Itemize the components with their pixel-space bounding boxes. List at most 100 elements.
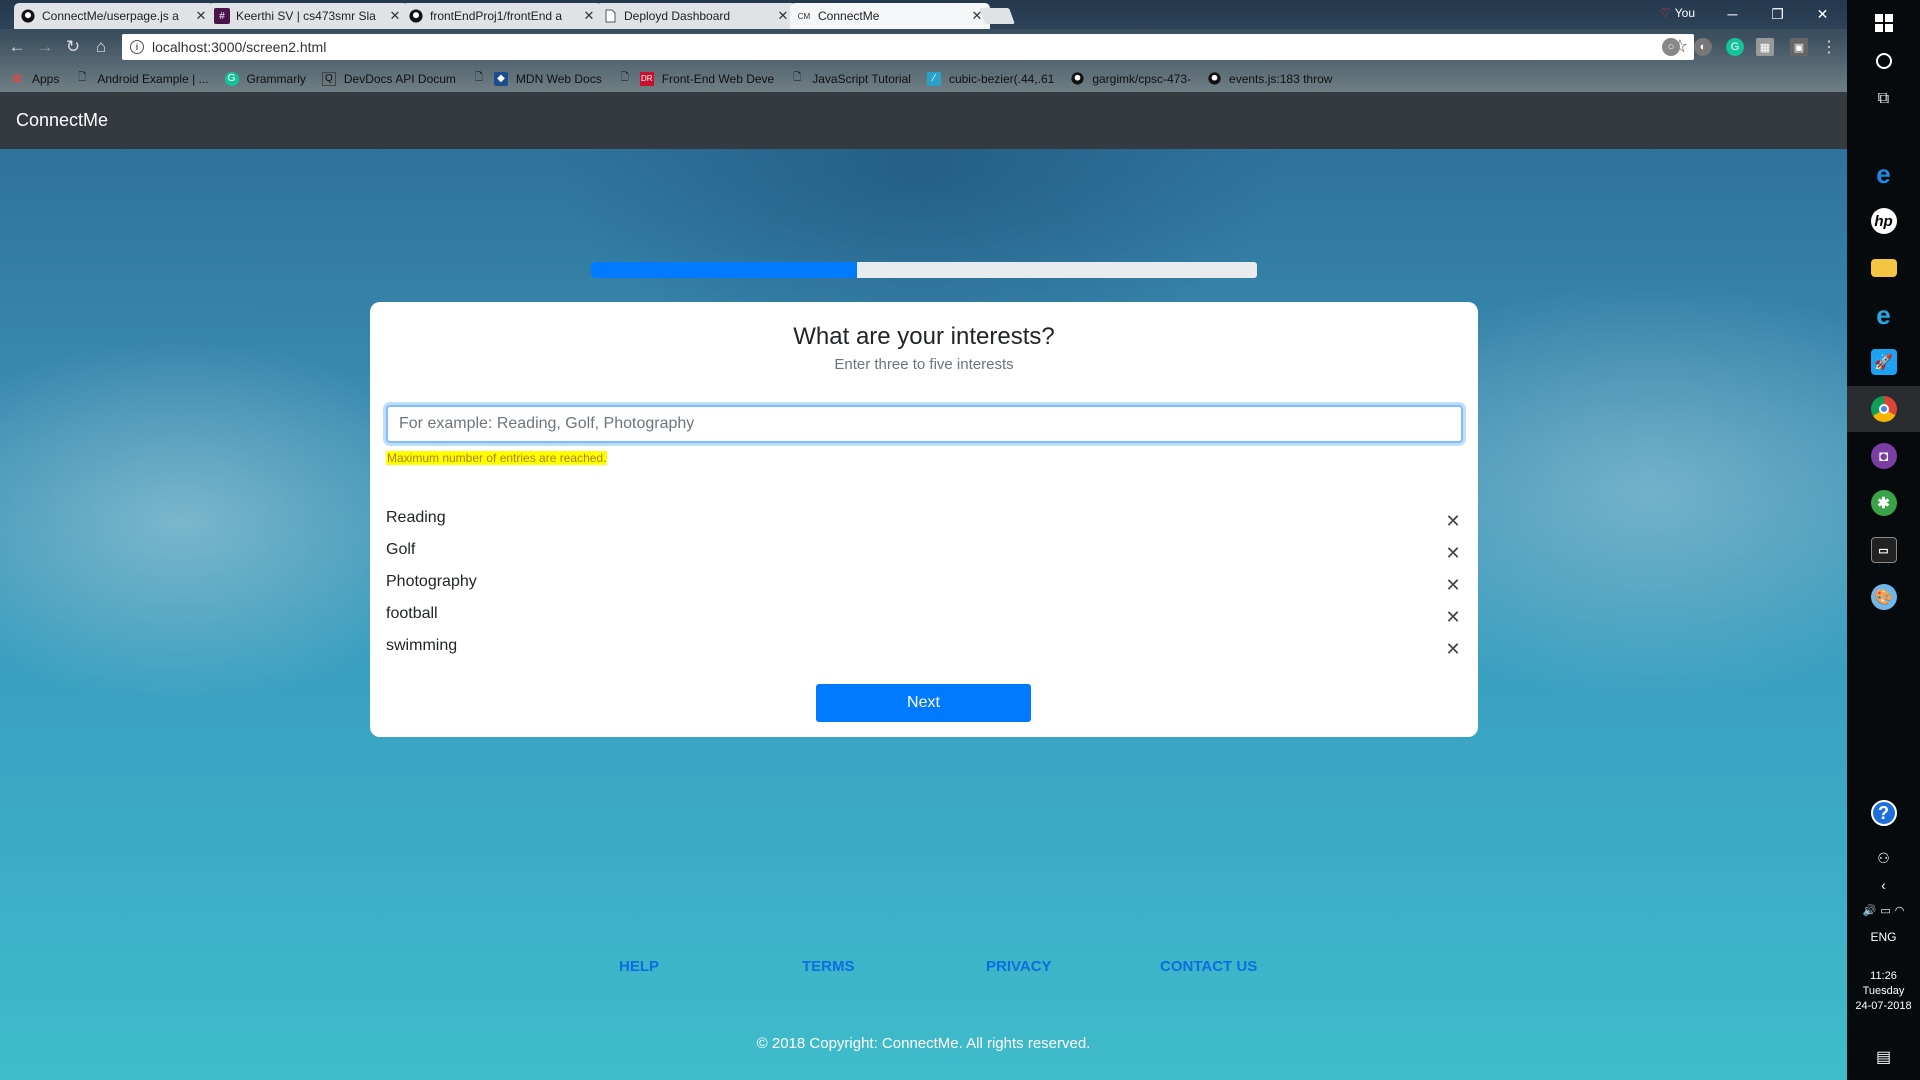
notification-icon: ▤ bbox=[1875, 1049, 1892, 1066]
interests-card: What are your interests? Enter three to … bbox=[370, 302, 1478, 737]
navbar: ConnectMe bbox=[0, 92, 1847, 149]
minimize-icon[interactable]: ─ bbox=[1710, 0, 1755, 28]
forward-icon[interactable]: → bbox=[34, 36, 56, 58]
remove-icon[interactable]: ✕ bbox=[1443, 511, 1463, 531]
bookmark-item[interactable]: events.js:183 throw bbox=[1207, 72, 1332, 86]
clock-time: 11:26 bbox=[1870, 970, 1897, 982]
interest-item: Reading ✕ bbox=[386, 502, 1463, 534]
terms-link[interactable]: TERMS bbox=[802, 958, 855, 975]
internet-explorer-icon: e bbox=[1876, 299, 1891, 330]
browser-tab[interactable]: frontEndProj1/frontEnd a ✕ bbox=[402, 3, 602, 29]
browser-tab[interactable]: ConnectMe/userpage.js a ✕ bbox=[14, 3, 214, 29]
extension-icon[interactable]: ○ bbox=[1662, 38, 1680, 56]
taskbar-app[interactable]: e bbox=[1847, 151, 1920, 197]
bookmark-item[interactable]: ∕ cubic-bezier(.44,.61 bbox=[926, 71, 1055, 86]
windows-taskbar: ⧉ e hp e 🚀 ◘ ✱ ▭ 🎨 ? ⚇ ‹ 🔊 ▭ ◠ ENG 11:26… bbox=[1847, 0, 1920, 1080]
taskbar-app[interactable]: ◘ bbox=[1847, 433, 1920, 479]
remove-icon[interactable]: ✕ bbox=[1443, 543, 1463, 563]
bezier-icon: ∕ bbox=[926, 71, 941, 86]
bookmark-item[interactable]: G Grammarly bbox=[224, 71, 306, 86]
system-tray-icons[interactable]: 🔊 ▭ ◠ bbox=[1847, 895, 1920, 925]
privacy-link[interactable]: PRIVACY bbox=[986, 958, 1052, 975]
taskbar-app[interactable]: e bbox=[1847, 292, 1920, 338]
taskbar-app[interactable]: hp bbox=[1847, 198, 1920, 244]
info-icon[interactable]: i bbox=[130, 40, 144, 54]
remove-icon[interactable]: ✕ bbox=[1443, 607, 1463, 627]
page-icon: 🗋 bbox=[793, 72, 802, 83]
task-view-icon: ⧉ bbox=[1877, 90, 1890, 107]
profile-icon: ♡ bbox=[1660, 6, 1671, 20]
bookmark-item[interactable]: 🗋 Android Example | ... bbox=[75, 72, 208, 86]
close-window-icon[interactable]: ✕ bbox=[1800, 0, 1845, 28]
back-icon[interactable]: ← bbox=[6, 36, 28, 58]
extension-icon[interactable]: ▦ bbox=[1756, 38, 1774, 56]
bookmark-item[interactable]: 🗋 DR Front-End Web Deve bbox=[618, 71, 774, 86]
bookmark-label: JavaScript Tutorial bbox=[812, 71, 911, 86]
address-bar[interactable]: i localhost:3000/screen2.html ☆ bbox=[122, 34, 1694, 60]
next-button[interactable]: Next bbox=[816, 684, 1031, 722]
notifications-button[interactable]: ▤ bbox=[1847, 1034, 1920, 1080]
browser-tab[interactable]: # Keerthi SV | cs473smr Sla ✕ bbox=[208, 3, 408, 29]
taskbar-app[interactable]: 🎨 bbox=[1847, 574, 1920, 620]
taskbar-app[interactable]: 🚀 bbox=[1847, 339, 1920, 385]
home-icon[interactable]: ⌂ bbox=[90, 36, 112, 58]
remove-icon[interactable]: ✕ bbox=[1443, 575, 1463, 595]
bookmark-item[interactable]: 🗋 ◆ MDN Web Docs bbox=[472, 71, 602, 86]
browser-tab[interactable]: Deployd Dashboard ✕ bbox=[596, 3, 796, 29]
menu-icon[interactable]: ⋮ bbox=[1820, 38, 1838, 56]
help-button[interactable]: ? bbox=[1847, 790, 1920, 836]
reload-icon[interactable]: ↻ bbox=[62, 36, 84, 58]
taskbar-app[interactable]: ✱ bbox=[1847, 480, 1920, 526]
close-icon[interactable]: ✕ bbox=[194, 8, 208, 24]
grammarly-extension-icon[interactable]: G bbox=[1726, 38, 1744, 56]
terminal-icon: ▭ bbox=[1870, 537, 1897, 563]
interest-label: swimming bbox=[386, 637, 458, 654]
taskbar-app[interactable]: ▭ bbox=[1847, 527, 1920, 573]
bookmark-item[interactable]: Q DevDocs API Docum bbox=[321, 71, 456, 86]
bookmarks-bar: ▦ Apps 🗋 Android Example | ... G Grammarly … bbox=[0, 65, 1847, 92]
browser-tab-active[interactable]: CM ConnectMe ✕ bbox=[790, 3, 990, 29]
card-subtitle: Enter three to five interests bbox=[834, 356, 1014, 373]
brand-link[interactable]: ConnectMe bbox=[16, 110, 108, 131]
extension-icon[interactable]: ◐ bbox=[1694, 38, 1712, 56]
card-title: What are your interests? bbox=[793, 323, 1055, 350]
new-tab-button[interactable] bbox=[979, 8, 1015, 24]
profile-name: You bbox=[1674, 6, 1696, 20]
tab-strip: ConnectMe/userpage.js a ✕ # Keerthi SV |… bbox=[0, 0, 1847, 29]
bookmark-item[interactable]: gargimk/cpsc-473- bbox=[1070, 72, 1191, 86]
tab-title: Deployd Dashboard bbox=[624, 9, 731, 23]
paint-icon: 🎨 bbox=[1870, 584, 1897, 610]
close-icon[interactable]: ✕ bbox=[776, 8, 790, 24]
github-icon bbox=[1207, 72, 1221, 86]
profile-button[interactable]: ♡ You bbox=[1660, 6, 1695, 20]
github-icon bbox=[408, 8, 424, 24]
interest-label: Photography bbox=[386, 573, 477, 590]
interest-item: Photography ✕ bbox=[386, 566, 1463, 598]
wifi-icon: ◠ bbox=[1894, 904, 1905, 917]
taskbar-app-active[interactable] bbox=[1847, 386, 1920, 432]
windows-icon bbox=[1874, 14, 1893, 32]
grammarly-icon: G bbox=[224, 71, 239, 86]
close-icon[interactable]: ✕ bbox=[388, 8, 402, 24]
bookmark-apps[interactable]: ▦ Apps bbox=[10, 72, 59, 86]
contact-us-link[interactable]: CONTACT US bbox=[1160, 958, 1257, 975]
tab-title: ConnectMe/userpage.js a bbox=[42, 9, 179, 23]
interest-input[interactable] bbox=[386, 405, 1463, 443]
tray-clock[interactable]: ENG 11:26 Tuesday 24-07-2018 bbox=[1847, 930, 1920, 1012]
interest-label: Golf bbox=[386, 541, 416, 558]
taskbar-app[interactable] bbox=[1847, 245, 1920, 291]
bookmark-item[interactable]: 🗋 JavaScript Tutorial bbox=[790, 72, 911, 86]
edge-icon: e bbox=[1876, 158, 1891, 189]
help-link[interactable]: HELP bbox=[619, 958, 659, 975]
close-icon[interactable]: ✕ bbox=[582, 8, 596, 24]
footer-links: HELP TERMS PRIVACY CONTACT US bbox=[0, 958, 1847, 978]
help-icon: ? bbox=[1870, 800, 1897, 826]
extension-icon[interactable]: ▣ bbox=[1790, 38, 1808, 56]
restore-icon[interactable]: ❐ bbox=[1755, 0, 1800, 28]
task-view-button[interactable]: ⧉ bbox=[1847, 76, 1920, 122]
app-purple-icon: ◘ bbox=[1870, 443, 1897, 469]
remove-icon[interactable]: ✕ bbox=[1443, 639, 1463, 659]
github-icon bbox=[20, 8, 36, 24]
bookmark-label: cubic-bezier(.44,.61 bbox=[948, 71, 1055, 86]
language-indicator[interactable]: ENG bbox=[1847, 930, 1920, 944]
